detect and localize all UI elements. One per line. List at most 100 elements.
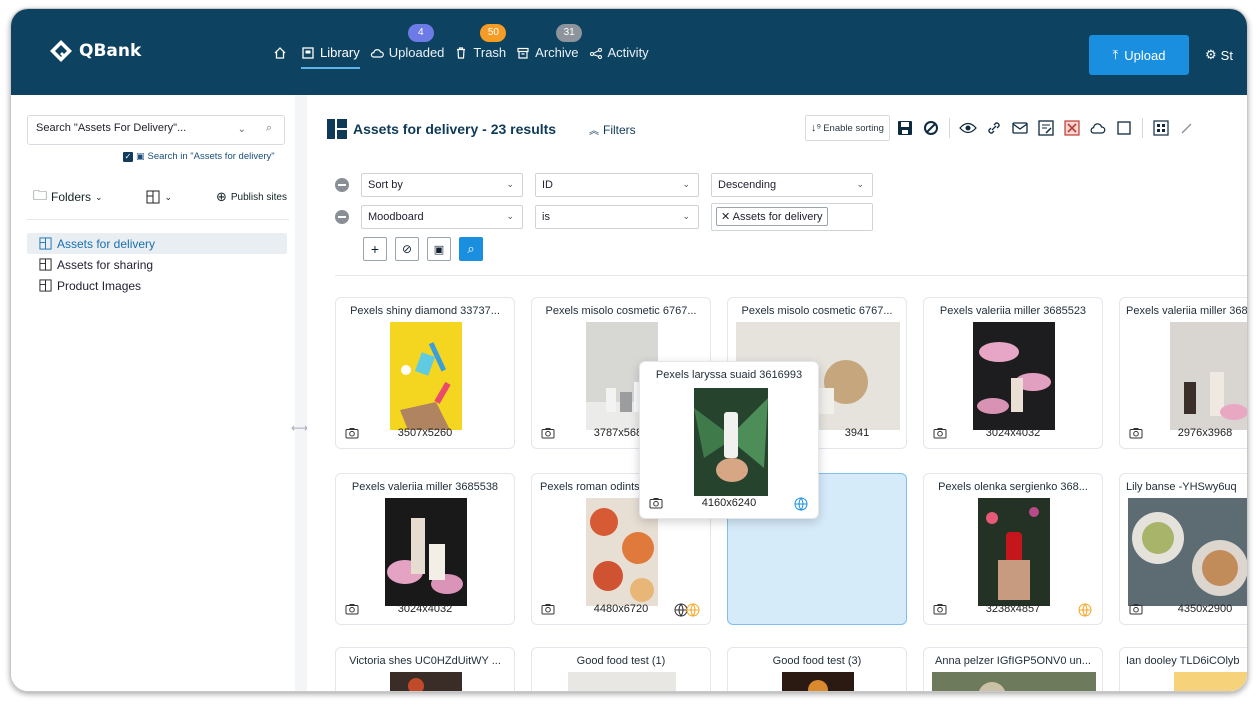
cloud-upload-icon[interactable] bbox=[1087, 116, 1109, 140]
asset-title: Pexels laryssa suaid 3616993 bbox=[655, 369, 803, 381]
pencil-icon[interactable] bbox=[1176, 116, 1198, 140]
filter-operator-value: is bbox=[542, 211, 550, 223]
settings-menu[interactable]: ⚙ St bbox=[1205, 47, 1233, 63]
nav-library[interactable]: Library bbox=[301, 45, 360, 69]
asset-card[interactable]: Ian dooley TLD6iCOlyb bbox=[1119, 647, 1247, 691]
sidebar-resize-bar[interactable] bbox=[295, 95, 307, 691]
nav-archive-label: Archive bbox=[535, 45, 579, 60]
folders-dropdown[interactable]: 🗀 Folders ⌄ bbox=[33, 185, 103, 209]
upload-label: Upload bbox=[1124, 47, 1166, 63]
asset-footer: 4350x2900 bbox=[1120, 602, 1247, 618]
chevron-down-icon: ⌄ bbox=[506, 179, 514, 189]
save-icon[interactable] bbox=[894, 116, 916, 140]
filter-row-moodboard: Moodboard ⌄ is ⌄ ✕ Assets for delivery bbox=[335, 203, 873, 231]
asset-card[interactable]: Victoria shes UC0HZdUitWY ... bbox=[335, 647, 515, 691]
remove-filter-icon[interactable] bbox=[335, 210, 349, 224]
sidebar-tools: 🗀 Folders ⌄ ⌄ ⊕ Publish sites bbox=[33, 185, 287, 209]
asset-thumbnail bbox=[1170, 322, 1247, 430]
cloud-icon bbox=[370, 48, 384, 58]
sort-icon: ↓⁹ bbox=[811, 122, 822, 134]
publish-sites-button[interactable]: ⊕ Publish sites bbox=[216, 189, 287, 205]
moodboard-dropdown[interactable]: ⌄ bbox=[146, 190, 172, 204]
search-value: Search "Assets For Delivery"... bbox=[36, 122, 187, 134]
eye-icon[interactable] bbox=[957, 116, 979, 140]
checkbox-checked-icon[interactable]: ✓ bbox=[123, 151, 133, 162]
moodboard-icon bbox=[39, 279, 52, 292]
nav-activity[interactable]: Activity bbox=[589, 45, 649, 60]
asset-title: Pexels shiny diamond 33737... bbox=[350, 305, 500, 317]
main-nav: Library 4 Uploaded 50 Trash 31 Archive A… bbox=[273, 24, 659, 69]
logo[interactable]: QBank bbox=[49, 39, 141, 63]
asset-card[interactable]: Good food test (3) bbox=[727, 647, 907, 691]
chevron-down-icon: ⌄ bbox=[682, 211, 690, 221]
clear-filters-button[interactable]: ⊘ bbox=[395, 237, 419, 261]
close-icon[interactable]: ✕ bbox=[721, 211, 730, 223]
edit-metadata-icon[interactable] bbox=[1035, 116, 1057, 140]
asset-dimensions: 3507x5260 bbox=[397, 427, 453, 439]
clear-icon[interactable] bbox=[920, 116, 942, 140]
asset-card[interactable]: Pexels valeriia miller 3685523 3024x4032 bbox=[923, 297, 1103, 449]
search-icon[interactable]: ⌕ bbox=[266, 122, 272, 135]
chevron-down-icon[interactable]: ⌄ bbox=[238, 124, 246, 135]
asset-thumbnail bbox=[978, 498, 1050, 606]
sidebar-search-input[interactable]: Search "Assets For Delivery"... ⌄ ⌕ bbox=[27, 115, 285, 145]
asset-thumbnail bbox=[782, 672, 854, 691]
camera-icon bbox=[1129, 428, 1143, 439]
remove-from-moodboard-icon[interactable] bbox=[1061, 116, 1083, 140]
link-icon[interactable] bbox=[983, 116, 1005, 140]
asset-card[interactable]: Pexels valeriia miller 3685538 3024x4032 bbox=[335, 473, 515, 625]
search-button[interactable]: ⌕ bbox=[459, 237, 483, 261]
asset-title: Pexels misolo cosmetic 6767... bbox=[545, 305, 697, 317]
asset-title: Lily banse -YHSwy6uq bbox=[1126, 481, 1237, 493]
toolbar-separator bbox=[948, 118, 950, 138]
nav-archive[interactable]: 31 Archive bbox=[516, 24, 583, 60]
remove-filter-icon[interactable] bbox=[335, 178, 349, 192]
trash-count-badge: 50 bbox=[480, 24, 507, 42]
home-icon bbox=[274, 46, 286, 59]
globe-icon: ⊕ bbox=[215, 189, 227, 204]
tree-item-product-images[interactable]: Product Images bbox=[27, 275, 287, 296]
filter-operator-select[interactable]: is ⌄ bbox=[535, 205, 699, 229]
select-all-icon[interactable] bbox=[1113, 116, 1135, 140]
asset-card[interactable]: Pexels olenka sergienko 368... 3238x4857 bbox=[923, 473, 1103, 625]
save-filter-button[interactable]: ▣ bbox=[427, 237, 451, 261]
search-scope-option[interactable]: ✓ ▣ Search in "Assets for delivery" bbox=[123, 151, 275, 162]
nav-trash[interactable]: 50 Trash bbox=[454, 24, 507, 60]
tree-item-assets-for-sharing[interactable]: Assets for sharing bbox=[27, 254, 287, 275]
dragging-asset-card[interactable]: Pexels laryssa suaid 3616993 4160x6240 bbox=[639, 361, 819, 519]
archive-icon bbox=[517, 47, 529, 59]
asset-title: Pexels valeriia miller 3685538 bbox=[351, 481, 499, 493]
moodboard-icon bbox=[39, 237, 52, 250]
filter-tag-label: Assets for delivery bbox=[732, 211, 823, 223]
chevron-down-icon: ⌄ bbox=[506, 211, 514, 221]
filter-tag-input[interactable]: ✕ Assets for delivery bbox=[711, 203, 873, 231]
asset-card[interactable]: Good food test (1) bbox=[531, 647, 711, 691]
asset-dimensions: 4350x2900 bbox=[1177, 603, 1233, 615]
resize-handle-icon[interactable]: ⟷ bbox=[291, 421, 308, 435]
asset-dimensions: 3238x4857 bbox=[985, 603, 1041, 615]
asset-footer: 4160x6240 bbox=[640, 496, 818, 512]
asset-card[interactable]: Lily banse -YHSwy6uq 4350x2900 bbox=[1119, 473, 1247, 625]
asset-card[interactable]: Anna pelzer IGfIGP5ONV0 un... bbox=[923, 647, 1103, 691]
enable-sorting-button[interactable]: ↓⁹ Enable sorting bbox=[805, 115, 890, 141]
mail-icon[interactable] bbox=[1009, 116, 1031, 140]
grid-view-icon[interactable] bbox=[1150, 116, 1172, 140]
asset-card[interactable]: Pexels shiny diamond 33737... 3507x5260 bbox=[335, 297, 515, 449]
add-filter-button[interactable]: + bbox=[363, 237, 387, 261]
home-button[interactable] bbox=[273, 46, 287, 60]
filter-field-select[interactable]: Sort by ⌄ bbox=[361, 173, 523, 197]
asset-footer: 4480x6720 bbox=[532, 602, 710, 618]
filters-toggle[interactable]: ︽ Filters bbox=[589, 122, 636, 138]
asset-card[interactable]: Pexels valeriia miller 3685... 2976x3968 bbox=[1119, 297, 1247, 449]
filter-value-select[interactable]: Descending ⌄ bbox=[711, 173, 873, 197]
upload-button[interactable]: ⤒ Upload bbox=[1089, 35, 1189, 75]
chevron-up-double-icon: ︽ bbox=[589, 126, 599, 137]
tree-item-assets-for-delivery[interactable]: Assets for delivery bbox=[27, 233, 287, 254]
results-toolbar: ↓⁹ Enable sorting bbox=[805, 115, 1198, 141]
asset-thumbnail bbox=[568, 672, 676, 691]
nav-uploaded[interactable]: 4 Uploaded bbox=[370, 24, 444, 60]
filter-field-select[interactable]: Moodboard ⌄ bbox=[361, 205, 523, 229]
asset-title: Ian dooley TLD6iCOlyb bbox=[1126, 655, 1240, 667]
filter-tag[interactable]: ✕ Assets for delivery bbox=[716, 207, 828, 226]
filter-operator-select[interactable]: ID ⌄ bbox=[535, 173, 699, 197]
